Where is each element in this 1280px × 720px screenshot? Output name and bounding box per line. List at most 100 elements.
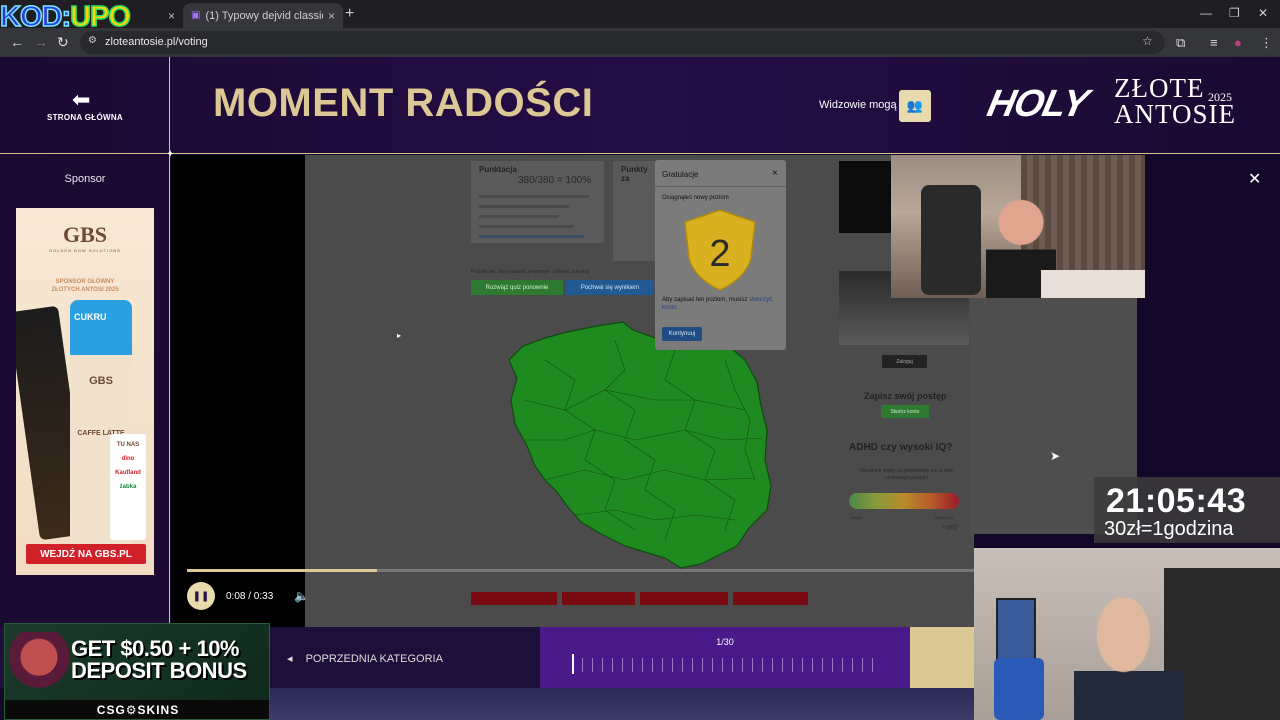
streamer-webcam-2	[974, 548, 1280, 720]
video-player[interactable]: Punktacja 380/380 = 100% Punkty za Podzi…	[171, 155, 974, 627]
pause-icon: ❚❚	[192, 590, 210, 602]
share-result-button: Pochwal się wynikiem	[566, 280, 654, 295]
close-icon[interactable]: ✕	[1248, 169, 1261, 189]
mascot-image	[9, 632, 69, 704]
csgo-skins-ad: GET $0.50 + 10% DEPOSIT BONUS CSG⚙SKINS	[4, 623, 270, 720]
stats-line	[479, 235, 584, 238]
share-note: Podziel się, aby pokazać znajomym i zdob…	[471, 269, 590, 275]
viewers-button[interactable]: 👥	[899, 90, 931, 122]
stats-title-2: Punkty za	[621, 165, 648, 183]
site-header: ⬅ STRONA GŁÓWNA MOMENT RADOŚCI Widzowie …	[0, 57, 1280, 154]
category-ticks	[572, 658, 882, 672]
footer-strip	[270, 688, 974, 720]
site-info-icon[interactable]: ⚙	[88, 35, 97, 46]
home-link[interactable]: ⬅ STRONA GŁÓWNA	[0, 57, 170, 154]
stats-line	[479, 225, 574, 228]
congrats-modal: Gratulacje × Osiągnąłeś nowy poziom 2 Ab…	[655, 160, 786, 350]
new-tab-button[interactable]: +	[345, 5, 354, 23]
back-icon[interactable]: ←	[10, 34, 24, 50]
shop-kaufland: Kaufland	[115, 470, 141, 476]
overlay-logo-kod: KOD:	[0, 0, 72, 33]
can-text: CUKRU	[74, 312, 107, 322]
media-icon[interactable]: ≡	[1210, 35, 1218, 50]
home-link-label: STRONA GŁÓWNA	[46, 113, 124, 122]
previous-category-button[interactable]: ◂ POPRZEDNIA KATEGORIA	[287, 652, 443, 665]
volume-icon[interactable]: 🔈	[294, 589, 309, 603]
next-category-button[interactable]	[910, 627, 974, 688]
blue-chair-image	[994, 658, 1044, 720]
twitch-icon: ▣	[191, 10, 201, 21]
close-window-icon[interactable]: ✕	[1258, 6, 1268, 20]
category-strip	[471, 592, 557, 605]
ad-headline-2: DEPOSIT BONUS	[71, 658, 247, 683]
modal-text-line: Aby zapisać ten poziom, musisz	[662, 297, 748, 303]
restore-icon[interactable]: ❐	[1229, 6, 1240, 20]
stats-score: 380/380 = 100%	[518, 175, 592, 186]
browser-tab-bar: ▣ (1) Typowy dejvid classic - Twit × × +…	[0, 0, 1280, 28]
level-number: 2	[709, 233, 730, 275]
video-progress-fill	[187, 569, 378, 572]
video-progress-bar[interactable]	[187, 569, 974, 572]
pause-button[interactable]: ❚❚	[187, 582, 215, 610]
category-current-tick	[572, 654, 574, 674]
gbs-logo-sub: GOLDEN BOW SOLUTIONS	[49, 248, 121, 253]
url-text: zloteantosie.pl/voting	[105, 36, 208, 48]
category-progress[interactable]: 1/30	[540, 627, 910, 688]
gbs-sponsor-line: ZŁOTYCH ANTOSI 2025	[51, 287, 119, 293]
timer-rate: 30zł=1godzina	[1104, 518, 1234, 540]
url-input[interactable]: ⚙ zloteantosie.pl/voting ☆	[80, 31, 1165, 54]
overlay-logo-upo: UPO	[69, 0, 131, 33]
stats-line	[479, 205, 569, 208]
shop-dino: dino	[121, 456, 135, 462]
csgo-skins-logo: CSG⚙SKINS	[5, 700, 269, 719]
screen: ▣ (1) Typowy dejvid classic - Twit × × +…	[0, 0, 1280, 720]
save-progress-title: Zapisz swój postęp	[864, 391, 947, 401]
stream-timer-widget: 21:05:43 30zł=1godzina	[1094, 477, 1280, 543]
stats-line	[479, 215, 559, 218]
chair-image	[921, 185, 981, 295]
minimize-icon[interactable]: —	[1200, 6, 1212, 20]
gbs-cta-button[interactable]: WEJDŹ NA GBS.PL	[26, 544, 146, 564]
continue-button: Kontynuuj	[662, 327, 702, 341]
can-logo: GBS	[89, 375, 113, 387]
extensions-icon[interactable]: ⧉	[1176, 35, 1185, 51]
cursor-icon: ▸	[397, 331, 402, 340]
bookmark-star-icon[interactable]: ☆	[1142, 34, 1153, 48]
shield-badge-icon: 2	[684, 209, 756, 291]
page-title: MOMENT RADOŚCI	[213, 81, 594, 125]
myiq-logo: myIQ	[943, 525, 958, 531]
video-frame: Punktacja 380/380 = 100% Punkty za Podzi…	[305, 155, 974, 627]
poster-image	[996, 598, 1036, 663]
category-strip	[640, 592, 728, 605]
arrow-left-icon: ◂	[287, 653, 293, 665]
sponsor-label: Sponsor	[64, 173, 106, 185]
adhd-subtitle: Nieudane wejdy na przeszkody ani w cele …	[860, 468, 953, 481]
streamer-image	[1074, 598, 1184, 720]
previous-category-label: POPRZEDNIA KATEGORIA	[305, 653, 443, 665]
close-icon: ×	[772, 168, 778, 179]
reload-icon[interactable]: ↻	[57, 34, 69, 51]
gbs-sponsor-text: SPONSOR GŁÓWNY ZŁOTYCH ANTOSI 2025	[26, 278, 144, 294]
stream-overlay-logo: KOD: UPO	[0, 0, 132, 34]
poland-map	[508, 321, 772, 569]
modal-divider	[655, 186, 786, 187]
category-count: 1/30	[716, 637, 734, 647]
sponsor-ad-gbs[interactable]: GBS GOLDEN BOW SOLUTIONS SPONSOR GŁÓWNY …	[16, 208, 154, 575]
profile-avatar-icon[interactable]: ●	[1234, 35, 1242, 50]
close-tab-icon[interactable]: ×	[328, 9, 335, 23]
video-time: 0:08 / 0:33	[226, 591, 274, 602]
tab-twitch[interactable]: ▣ (1) Typowy dejvid classic - Twit ×	[183, 3, 343, 28]
modal-title: Gratulacje	[662, 170, 699, 179]
close-tab-icon[interactable]: ×	[160, 3, 180, 28]
gbs-sponsor-line: SPONSOR GŁÓWNY	[55, 279, 115, 285]
modal-level-label: Osiągnąłeś nowy poziom	[662, 195, 729, 201]
desk-image	[1041, 270, 1145, 298]
adhd-title: ADHD czy wysoki IQ?	[849, 442, 953, 453]
forward-icon[interactable]: →	[34, 34, 48, 50]
stats-title: Punktacja	[479, 165, 517, 174]
brand-year: 2025	[1208, 90, 1232, 104]
repeat-quiz-button: Rozwiąż quiz ponownie	[471, 280, 563, 295]
menu-dots-icon[interactable]: ⋮	[1260, 35, 1273, 51]
adhd-right-label: Wysoki IQ	[935, 515, 954, 520]
video-thumbnail	[839, 161, 891, 233]
